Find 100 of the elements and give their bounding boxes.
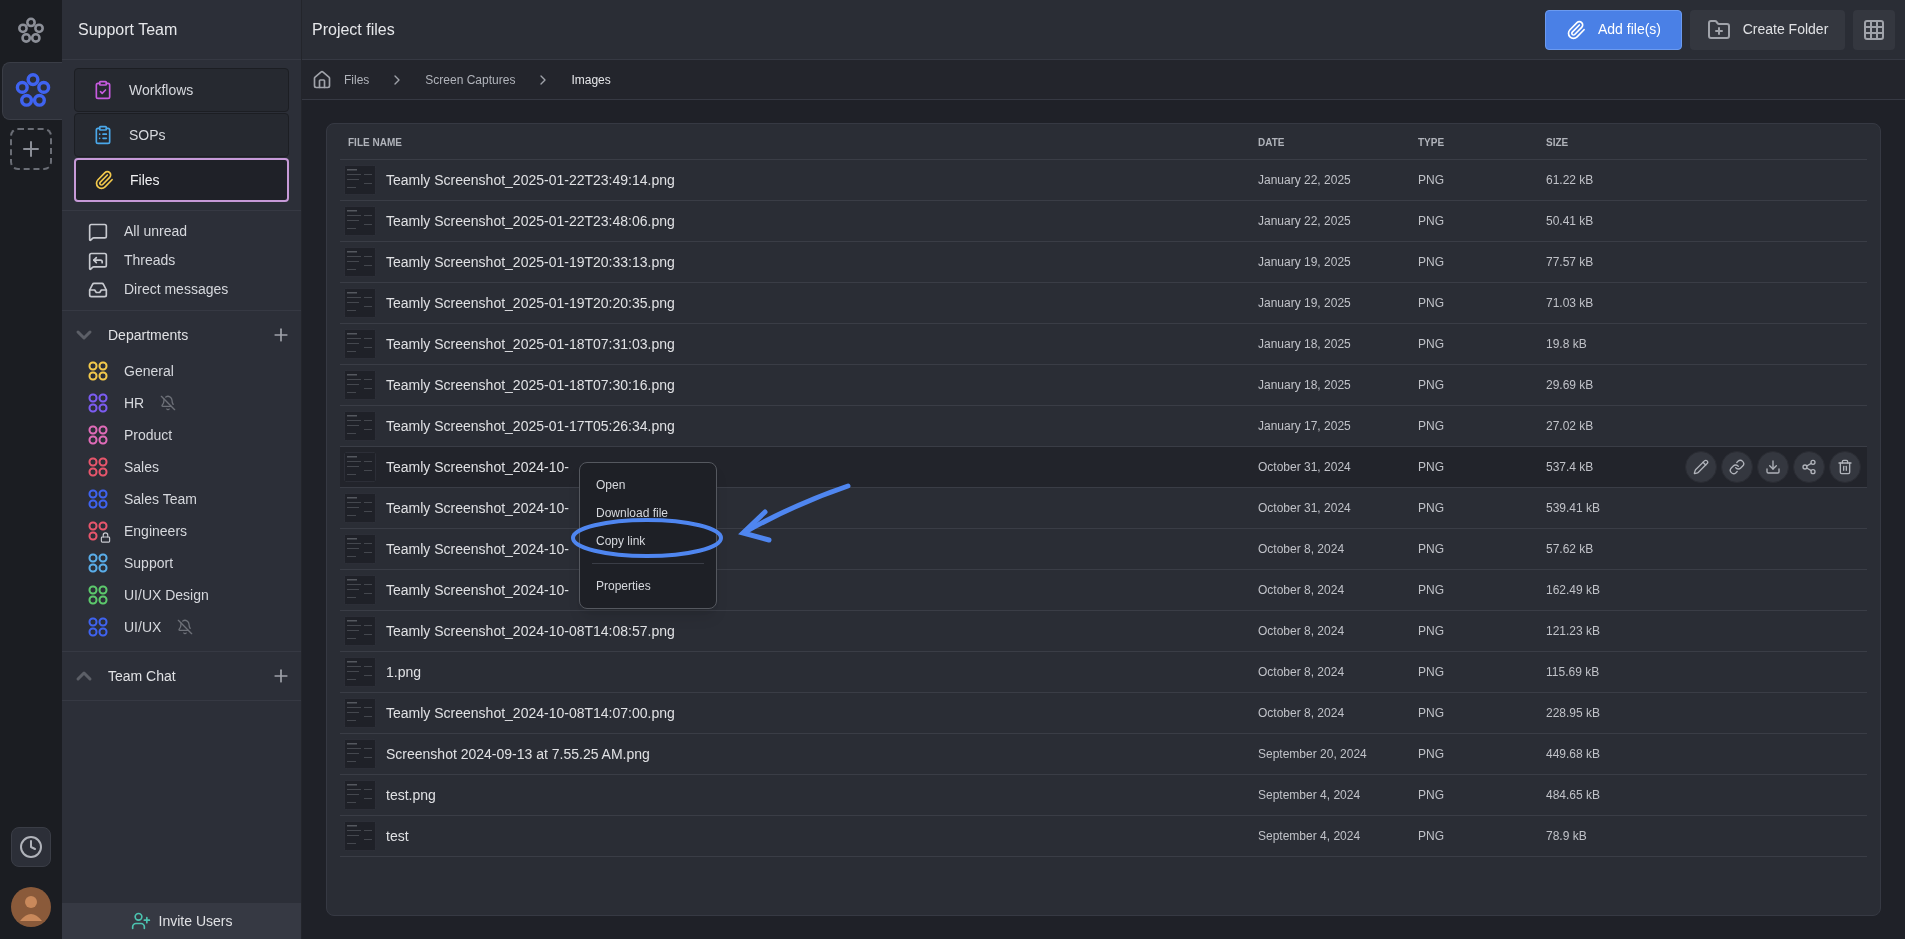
column-header: FILE NAME bbox=[347, 136, 403, 150]
menu-item[interactable]: Properties bbox=[580, 572, 716, 600]
table-cell-text: 449.68 kB bbox=[1546, 746, 1601, 763]
create-folder-button[interactable]: Create Folder bbox=[1690, 9, 1845, 50]
table-cell-text: PNG bbox=[1417, 295, 1445, 312]
column-header: SIZE bbox=[1545, 136, 1570, 150]
table-cell-text: January 22, 2025 bbox=[1257, 172, 1352, 189]
file-name: Teamly Screenshot_2025-01-17T05:26:34.png bbox=[386, 416, 675, 436]
column-header: TYPE bbox=[1417, 136, 1446, 150]
table-cell-text: PNG bbox=[1417, 500, 1445, 517]
file-name: Teamly Screenshot_2024-10-08T14:07:00.png bbox=[386, 703, 675, 723]
table-cell-text: 78.9 kB bbox=[1546, 828, 1587, 845]
table-cell-text: 539.41 kB bbox=[1546, 500, 1601, 517]
file-row[interactable]: Teamly Screenshot_2025-01-19T20:33:13.png January 19, 2025 PNG 77.57 kB bbox=[340, 242, 1867, 283]
menu-item[interactable]: Copy link bbox=[580, 527, 716, 555]
add-workspace-button[interactable] bbox=[10, 128, 52, 170]
channel-name[interactable]: Product bbox=[124, 424, 173, 446]
file-name: Teamly Screenshot_2025-01-18T07:30:16.png bbox=[386, 375, 675, 395]
file-row[interactable]: Teamly Screenshot_2025-01-18T07:31:03.png January 18, 2025 PNG 19.8 kB bbox=[340, 324, 1867, 365]
file-name: Teamly Screenshot_2024-10-08T14:08:57.png bbox=[386, 621, 675, 641]
channel-name[interactable]: Engineers bbox=[124, 520, 188, 542]
table-cell-text: 537.4 kB bbox=[1546, 459, 1594, 476]
channel-name[interactable]: General bbox=[124, 360, 174, 382]
table-cell-text: 115.69 kB bbox=[1546, 664, 1600, 681]
table-cell-text: January 19, 2025 bbox=[1257, 295, 1352, 312]
file-row[interactable]: Teamly Screenshot_2025-01-18T07:30:16.png January 18, 2025 PNG 29.69 kB bbox=[340, 365, 1867, 406]
home-icon[interactable] bbox=[312, 69, 332, 90]
table-cell-text: PNG bbox=[1417, 459, 1445, 476]
file-name: Screenshot 2024-09-13 at 7.55.25 AM.png bbox=[386, 744, 650, 764]
sidebar-link[interactable]: Direct messages bbox=[124, 279, 229, 300]
file-row[interactable]: Teamly Screenshot_2024-10-08T14:07:00.png October 8, 2024 PNG 228.95 kB bbox=[340, 693, 1867, 734]
table-cell-text: 61.22 kB bbox=[1546, 172, 1594, 189]
channel-name[interactable]: UI/UX bbox=[124, 616, 162, 638]
table-cell-text: September 4, 2024 bbox=[1257, 828, 1362, 845]
table-cell-text: PNG bbox=[1417, 336, 1445, 353]
download-button[interactable] bbox=[1757, 451, 1789, 483]
folder-plus-icon bbox=[1706, 17, 1731, 42]
breadcrumb-item[interactable]: Files bbox=[344, 70, 370, 89]
table-cell-text: 228.95 kB bbox=[1546, 705, 1601, 722]
table-cell-text: October 8, 2024 bbox=[1257, 664, 1346, 681]
file-name: Teamly Screenshot_2025-01-22T23:49:14.png bbox=[386, 170, 675, 190]
avatar[interactable] bbox=[11, 887, 51, 927]
channel-name[interactable]: UI/UX Design bbox=[124, 584, 209, 606]
download-icon bbox=[1765, 459, 1781, 475]
edit-button[interactable] bbox=[1685, 451, 1717, 483]
table-cell-text: PNG bbox=[1417, 254, 1445, 271]
file-row[interactable]: test September 4, 2024 PNG 78.9 kB bbox=[340, 816, 1867, 857]
table-cell-text: January 19, 2025 bbox=[1257, 254, 1352, 271]
file-name: test.png bbox=[386, 785, 436, 805]
file-row[interactable]: Teamly Screenshot_2024-10-08T14:08:57.png October 8, 2024 PNG 121.23 kB bbox=[340, 611, 1867, 652]
reply-bubble-icon bbox=[88, 250, 108, 271]
file-name: Teamly Screenshot_2025-01-22T23:48:06.png bbox=[386, 211, 675, 231]
table-cell-text: PNG bbox=[1417, 172, 1445, 189]
table-cell-text: PNG bbox=[1417, 582, 1445, 599]
table-cell-text: PNG bbox=[1417, 213, 1445, 230]
sidebar-link[interactable]: All unread bbox=[124, 221, 188, 242]
file-row[interactable]: Teamly Screenshot_2025-01-19T20:20:35.png January 19, 2025 PNG 71.03 kB bbox=[340, 283, 1867, 324]
file-row[interactable]: 1.png October 8, 2024 PNG 115.69 kB bbox=[340, 652, 1867, 693]
table-cell-text: October 31, 2024 bbox=[1257, 459, 1352, 476]
share-button[interactable] bbox=[1793, 451, 1825, 483]
paperclip-icon bbox=[94, 170, 114, 190]
section-title[interactable]: Team Chat bbox=[108, 665, 176, 687]
nav-item[interactable]: Files bbox=[74, 158, 289, 202]
copy-link-button[interactable] bbox=[1721, 451, 1753, 483]
file-row[interactable]: test.png September 4, 2024 PNG 484.65 kB bbox=[340, 775, 1867, 816]
file-row[interactable]: Teamly Screenshot_2025-01-22T23:48:06.png January 22, 2025 PNG 50.41 kB bbox=[340, 201, 1867, 242]
file-name: Teamly Screenshot_2024-10- bbox=[386, 580, 569, 600]
section-title[interactable]: Departments bbox=[108, 324, 189, 346]
breadcrumb-item[interactable]: Images bbox=[571, 70, 611, 89]
table-cell-text: PNG bbox=[1417, 705, 1445, 722]
table-cell-text: October 8, 2024 bbox=[1257, 541, 1346, 558]
file-name: Teamly Screenshot_2025-01-19T20:33:13.png bbox=[386, 252, 675, 272]
logo-icon bbox=[16, 16, 46, 46]
channel-name[interactable]: Sales Team bbox=[124, 488, 197, 510]
nav-item[interactable]: Workflows bbox=[74, 68, 289, 112]
file-row[interactable]: Screenshot 2024-09-13 at 7.55.25 AM.png September 20, 2024 PNG 449.68 kB bbox=[340, 734, 1867, 775]
table-cell-text: 50.41 kB bbox=[1546, 213, 1594, 230]
table-cell-text: PNG bbox=[1417, 787, 1445, 804]
menu-item[interactable]: Download file bbox=[580, 499, 716, 527]
grid-icon bbox=[1862, 17, 1886, 42]
invite-users-button[interactable]: Invite Users bbox=[62, 903, 301, 939]
channel-name[interactable]: Sales bbox=[124, 456, 160, 478]
channel-name[interactable]: HR bbox=[124, 392, 145, 414]
table-cell-text: January 17, 2025 bbox=[1257, 418, 1352, 435]
breadcrumb-item[interactable]: Screen Captures bbox=[425, 70, 516, 89]
file-row[interactable]: Teamly Screenshot_2025-01-22T23:49:14.png January 22, 2025 PNG 61.22 kB bbox=[340, 160, 1867, 201]
file-name: Teamly Screenshot_2024-10- bbox=[386, 457, 569, 477]
table-cell-text: 29.69 kB bbox=[1546, 377, 1594, 394]
sidebar-link[interactable]: Threads bbox=[124, 250, 176, 271]
table-cell-text: January 18, 2025 bbox=[1257, 377, 1352, 394]
delete-button[interactable] bbox=[1829, 451, 1861, 483]
add-files-button[interactable]: Add file(s) bbox=[1545, 9, 1682, 50]
column-header: DATE bbox=[1257, 136, 1286, 150]
apps-grid-button[interactable] bbox=[1853, 9, 1895, 50]
channel-name[interactable]: Support bbox=[124, 552, 174, 574]
table-cell-text: January 18, 2025 bbox=[1257, 336, 1352, 353]
table-cell-text: 121.23 kB bbox=[1546, 623, 1601, 640]
history-button[interactable] bbox=[11, 827, 51, 867]
nav-item[interactable]: SOPs bbox=[74, 113, 289, 157]
workspace-tab[interactable] bbox=[2, 62, 62, 120]
